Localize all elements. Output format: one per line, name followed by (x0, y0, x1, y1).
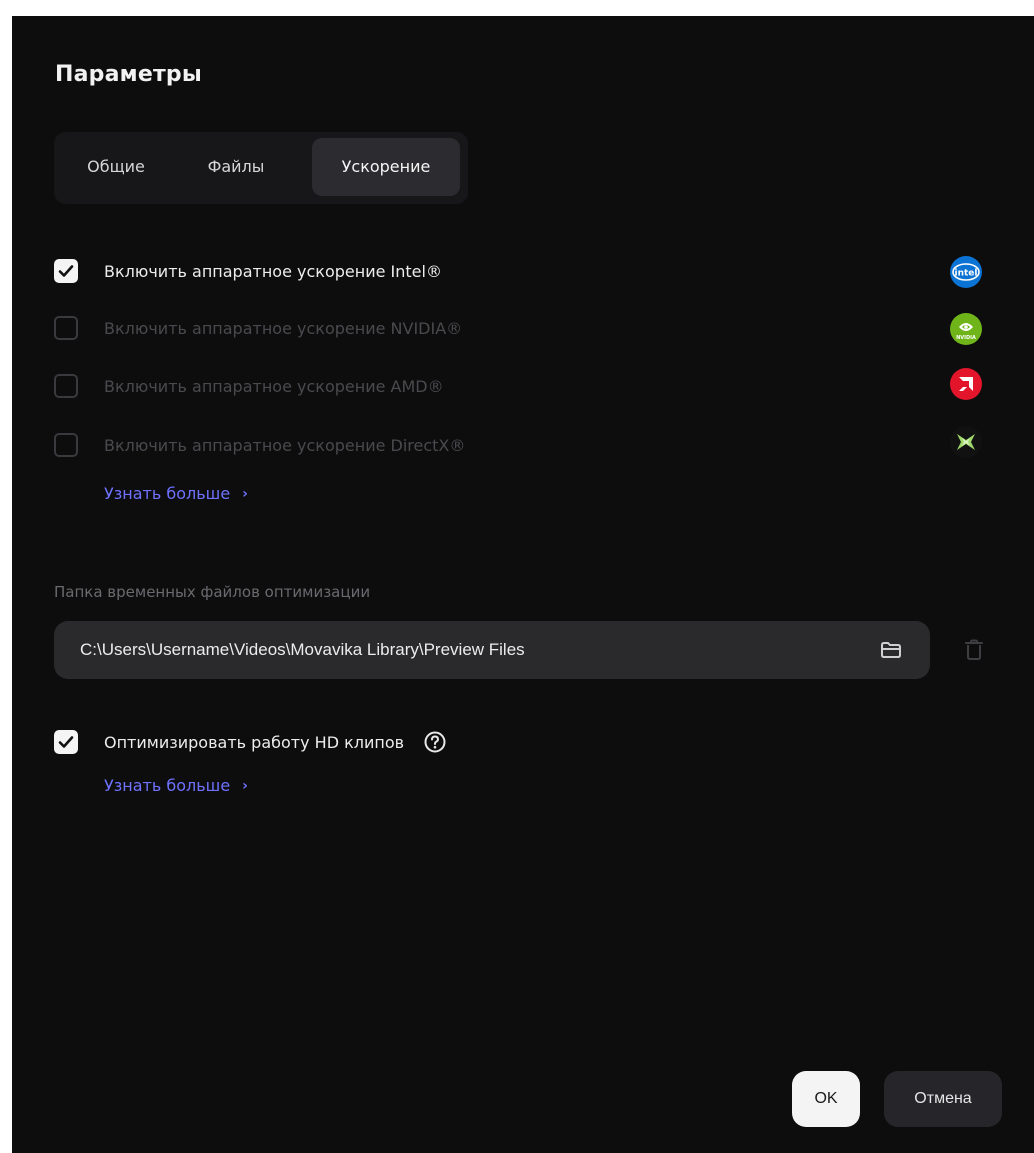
tab-bar: Общие Файлы Ускорение (54, 132, 468, 204)
directx-acceleration-label: Включить аппаратное ускорение DirectX® (104, 435, 466, 455)
amd-acceleration-option: Включить аппаратное ускорение AMD® (54, 372, 444, 400)
hd-learn-more-label: Узнать больше (104, 776, 231, 795)
amd-acceleration-checkbox[interactable] (54, 374, 78, 398)
directx-logo-icon (950, 426, 982, 458)
directx-acceleration-option: Включить аппаратное ускорение DirectX® (54, 431, 465, 459)
acceleration-learn-more-label: Узнать больше (104, 484, 231, 503)
check-icon (58, 265, 74, 277)
nvidia-acceleration-option: Включить аппаратное ускорение NVIDIA® (54, 314, 462, 342)
intel-acceleration-option: Включить аппаратное ускорение Intel® (54, 257, 442, 285)
svg-text:NVIDIA: NVIDIA (956, 335, 976, 341)
check-icon (58, 736, 74, 748)
ok-button[interactable]: OK (792, 1071, 860, 1127)
tab-acceleration[interactable]: Ускорение (312, 138, 460, 196)
nvidia-acceleration-checkbox[interactable] (54, 316, 78, 340)
tab-general[interactable]: Общие (66, 138, 166, 196)
nvidia-acceleration-label: Включить аппаратное ускорение NVIDIA® (104, 318, 463, 338)
temp-folder-path-field[interactable]: C:\Users\Username\Videos\Movavika Librar… (54, 621, 930, 679)
nvidia-logo-icon: NVIDIA (950, 313, 982, 345)
chevron-right-icon: › (242, 485, 248, 502)
intel-logo-icon: intel (950, 256, 982, 288)
dialog-title: Параметры (55, 62, 202, 87)
temp-folder-label: Папка временных файлов оптимизации (54, 583, 371, 601)
svg-text:intel: intel (955, 269, 978, 279)
temp-folder-path-value: C:\Users\Username\Videos\Movavika Librar… (80, 640, 525, 659)
delete-folder-icon[interactable] (962, 637, 986, 663)
intel-acceleration-label: Включить аппаратное ускорение Intel® (104, 261, 442, 281)
tab-files[interactable]: Файлы (186, 138, 286, 196)
hd-optimization-label: Оптимизировать работу HD клипов (104, 732, 405, 752)
hd-learn-more-link[interactable]: Узнать больше › (104, 776, 248, 795)
hd-optimization-checkbox[interactable] (54, 730, 78, 754)
directx-acceleration-checkbox[interactable] (54, 433, 78, 457)
help-icon[interactable] (424, 731, 446, 753)
hd-optimization-option: Оптимизировать работу HD клипов (54, 728, 446, 756)
settings-dialog: Параметры Общие Файлы Ускорение Включить… (12, 16, 1034, 1153)
cancel-button[interactable]: Отмена (884, 1071, 1002, 1127)
window-edge (0, 0, 12, 1153)
chevron-right-icon: › (242, 777, 248, 794)
amd-logo-icon (950, 368, 982, 400)
browse-folder-icon[interactable] (878, 638, 904, 662)
intel-acceleration-checkbox[interactable] (54, 259, 78, 283)
amd-acceleration-label: Включить аппаратное ускорение AMD® (104, 376, 444, 396)
acceleration-learn-more-link[interactable]: Узнать больше › (104, 484, 248, 503)
